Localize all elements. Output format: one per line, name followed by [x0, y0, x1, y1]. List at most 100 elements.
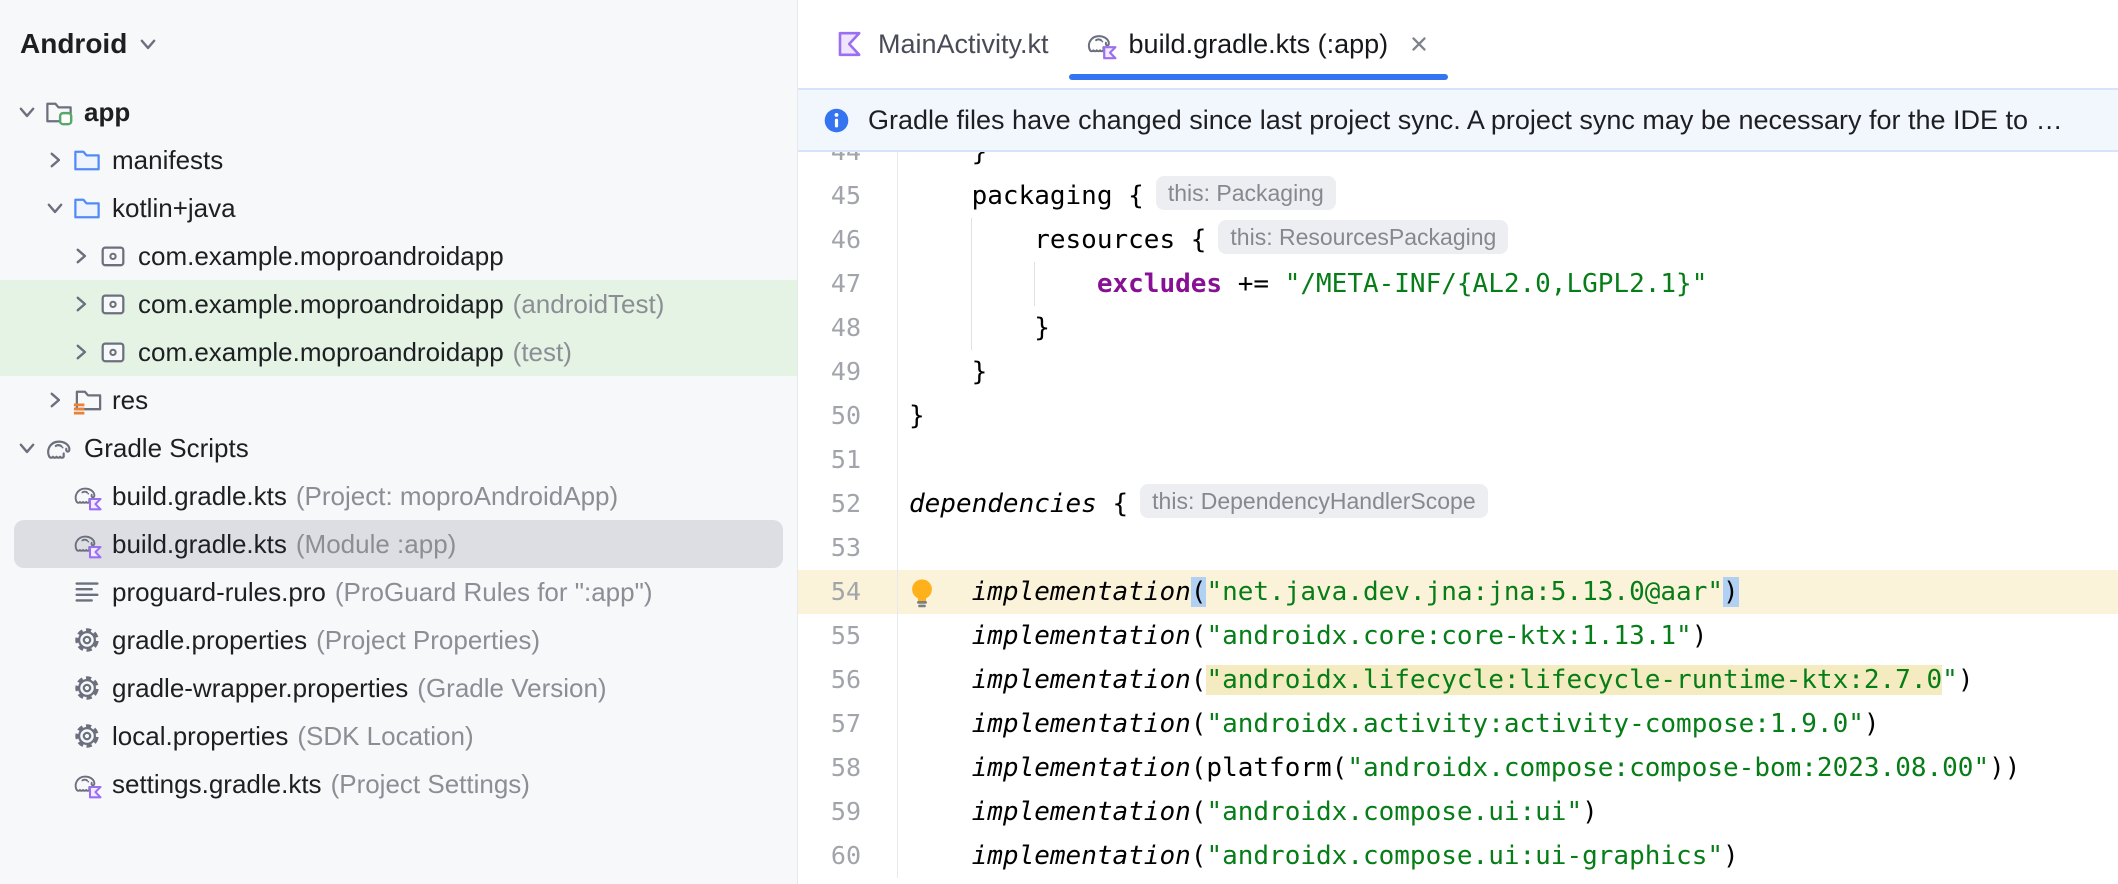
- chevron-down-icon[interactable]: [14, 99, 40, 125]
- code-token: "androidx.compose.ui:ui": [1206, 797, 1583, 827]
- kotlin-file-icon: [834, 28, 866, 60]
- line-number[interactable]: 58: [798, 746, 898, 790]
- tree-item-kotlin-java[interactable]: kotlin+java: [0, 184, 797, 232]
- line-number[interactable]: 51: [798, 438, 898, 482]
- line-number[interactable]: 52: [798, 482, 898, 526]
- inlay-hint[interactable]: this: Packaging: [1155, 176, 1336, 210]
- line-number[interactable]: 60: [798, 834, 898, 878]
- chevron-right-icon[interactable]: [68, 243, 94, 269]
- chevron-right-icon[interactable]: [42, 147, 68, 173]
- tree-item-label: com.example.moproandroidapp: [138, 336, 504, 367]
- line-number[interactable]: 50: [798, 394, 898, 438]
- code-line-49[interactable]: 49 }: [798, 350, 2118, 394]
- tree-item-settings-gradle-kts-projectsettings[interactable]: settings.gradle.kts (Project Settings): [0, 760, 797, 808]
- line-number[interactable]: 45: [798, 174, 898, 218]
- code-text: excludes += "/META-INF/{AL2.0,LGPL2.1}": [898, 262, 1708, 306]
- code-line-47[interactable]: 47 excludes += "/META-INF/{AL2.0,LGPL2.1…: [798, 262, 2118, 306]
- line-number[interactable]: 59: [798, 790, 898, 834]
- editor-tab-build-gradle-kts-app-[interactable]: build.gradle.kts (:app): [1067, 0, 1451, 88]
- code-editor[interactable]: 44 }45 packaging {this: Packaging46 reso…: [798, 152, 2118, 884]
- package-icon: [98, 337, 128, 367]
- tree-item-build-gradle-kts-moduleapp[interactable]: build.gradle.kts (Module :app): [14, 520, 783, 568]
- code-line-50[interactable]: 50}: [798, 394, 2118, 438]
- code-line-45[interactable]: 45 packaging {this: Packaging: [798, 174, 2118, 218]
- inlay-hint[interactable]: this: ResourcesPackaging: [1218, 220, 1509, 254]
- lightbulb-icon[interactable]: [904, 574, 940, 610]
- line-number[interactable]: 49: [798, 350, 898, 394]
- code-text: implementation(platform("androidx.compos…: [898, 746, 2021, 790]
- code-token: "androidx.lifecycle:lifecycle-runtime-kt…: [1206, 665, 1943, 695]
- code-line-60[interactable]: 60 implementation("androidx.compose.ui:u…: [798, 834, 2118, 878]
- code-token: "net.java.dev.jna:jna:5.13.0@aar": [1206, 577, 1723, 607]
- code-line-52[interactable]: 52 dependencies {this: DependencyHandlerS…: [798, 482, 2118, 526]
- tree-item-proguard-rules-pro-proguardrulesforapp[interactable]: proguard-rules.pro (ProGuard Rules for ":…: [0, 568, 797, 616]
- tree-item-qualifier: (ProGuard Rules for ":app"): [334, 576, 653, 607]
- tab-label: build.gradle.kts (:app): [1128, 28, 1389, 59]
- code-text: implementation("androidx.activity:activi…: [898, 702, 1880, 746]
- tree-item-gradle-properties-projectproperties[interactable]: gradle.properties (Project Properties): [0, 616, 797, 664]
- tree-item-res[interactable]: res: [0, 376, 797, 424]
- gradle-kts-icon: [72, 529, 102, 559]
- tree-item-com-example-moproandroidapp-androidtest[interactable]: com.example.moproandroidapp (androidTest): [0, 280, 797, 328]
- line-number[interactable]: 57: [798, 702, 898, 746]
- tree-item-qualifier: (Module :app): [295, 528, 457, 559]
- tree-item-label: kotlin+java: [112, 192, 236, 223]
- code-token: ": [1942, 665, 1958, 695]
- code-token: }: [909, 313, 1050, 343]
- chevron-right-icon[interactable]: [68, 291, 94, 317]
- code-line-44[interactable]: 44 }: [798, 152, 2118, 174]
- chevron-right-icon[interactable]: [68, 339, 94, 365]
- tree-item-gradle-scripts[interactable]: Gradle Scripts: [0, 424, 797, 472]
- code-line-59[interactable]: 59 implementation("androidx.compose.ui:u…: [798, 790, 2118, 834]
- chevron-down-icon[interactable]: [14, 435, 40, 461]
- code-token: {: [1096, 489, 1129, 519]
- project-tree: app manifests kotlin+java com.example.mopro…: [0, 88, 797, 808]
- tree-item-com-example-moproandroidapp-test[interactable]: com.example.moproandroidapp (test): [0, 328, 797, 376]
- code-token: ): [1723, 841, 1739, 871]
- project-view-selector[interactable]: Android: [0, 0, 797, 88]
- editor-tab-mainactivity-kt[interactable]: MainActivity.kt: [816, 0, 1067, 88]
- tree-item-app[interactable]: app: [0, 88, 797, 136]
- code-line-56[interactable]: 56 implementation("androidx.lifecycle:li…: [798, 658, 2118, 702]
- code-token: resources {: [909, 225, 1207, 255]
- line-number[interactable]: 44: [798, 152, 898, 174]
- close-icon[interactable]: [1406, 31, 1432, 57]
- tree-item-label: res: [112, 384, 149, 415]
- code-line-53[interactable]: 53: [798, 526, 2118, 570]
- code-line-51[interactable]: 51: [798, 438, 2118, 482]
- chevron-right-icon[interactable]: [42, 387, 68, 413]
- code-token: (: [1190, 665, 1207, 695]
- chevron-down-icon[interactable]: [42, 195, 68, 221]
- code-token: implementation: [971, 841, 1191, 871]
- line-number[interactable]: 46: [798, 218, 898, 262]
- line-number[interactable]: 47: [798, 262, 898, 306]
- inlay-hint[interactable]: this: DependencyHandlerScope: [1140, 484, 1488, 518]
- folder-res-icon: [72, 385, 102, 415]
- chevron-down-icon: [135, 31, 161, 57]
- line-number[interactable]: 55: [798, 614, 898, 658]
- tree-item-gradle-wrapper-properties-gradleversion[interactable]: gradle-wrapper.properties (Gradle Version…: [0, 664, 797, 712]
- line-number[interactable]: 56: [798, 658, 898, 702]
- tree-item-qualifier: (Project: moproAndroidApp): [295, 480, 619, 511]
- tree-item-label: settings.gradle.kts: [112, 768, 322, 799]
- code-line-48[interactable]: 48 }: [798, 306, 2118, 350]
- code-line-57[interactable]: 57 implementation("androidx.activity:act…: [798, 702, 2118, 746]
- code-line-55[interactable]: 55 implementation("androidx.core:core-kt…: [798, 614, 2118, 658]
- tree-item-build-gradle-kts-projectmoproandroidapp[interactable]: build.gradle.kts (Project: moproAndroidAp…: [0, 472, 797, 520]
- code-token: implementation: [971, 797, 1191, 827]
- code-line-54[interactable]: 54 implementation("net.java.dev.jna:jna:…: [798, 570, 2118, 614]
- line-number[interactable]: 54: [798, 570, 898, 614]
- code-line-58[interactable]: 58 implementation(platform("androidx.com…: [798, 746, 2118, 790]
- tree-item-local-properties-sdklocation[interactable]: local.properties (SDK Location): [0, 712, 797, 760]
- tab-label: MainActivity.kt: [878, 28, 1049, 59]
- line-number[interactable]: 53: [798, 526, 898, 570]
- code-line-46[interactable]: 46 resources { this: ResourcesPackaging: [798, 218, 2118, 262]
- tree-item-com-example-moproandroidapp[interactable]: com.example.moproandroidapp: [0, 232, 797, 280]
- line-number[interactable]: 48: [798, 306, 898, 350]
- tree-item-manifests[interactable]: manifests: [0, 136, 797, 184]
- code-token: (: [1190, 797, 1207, 827]
